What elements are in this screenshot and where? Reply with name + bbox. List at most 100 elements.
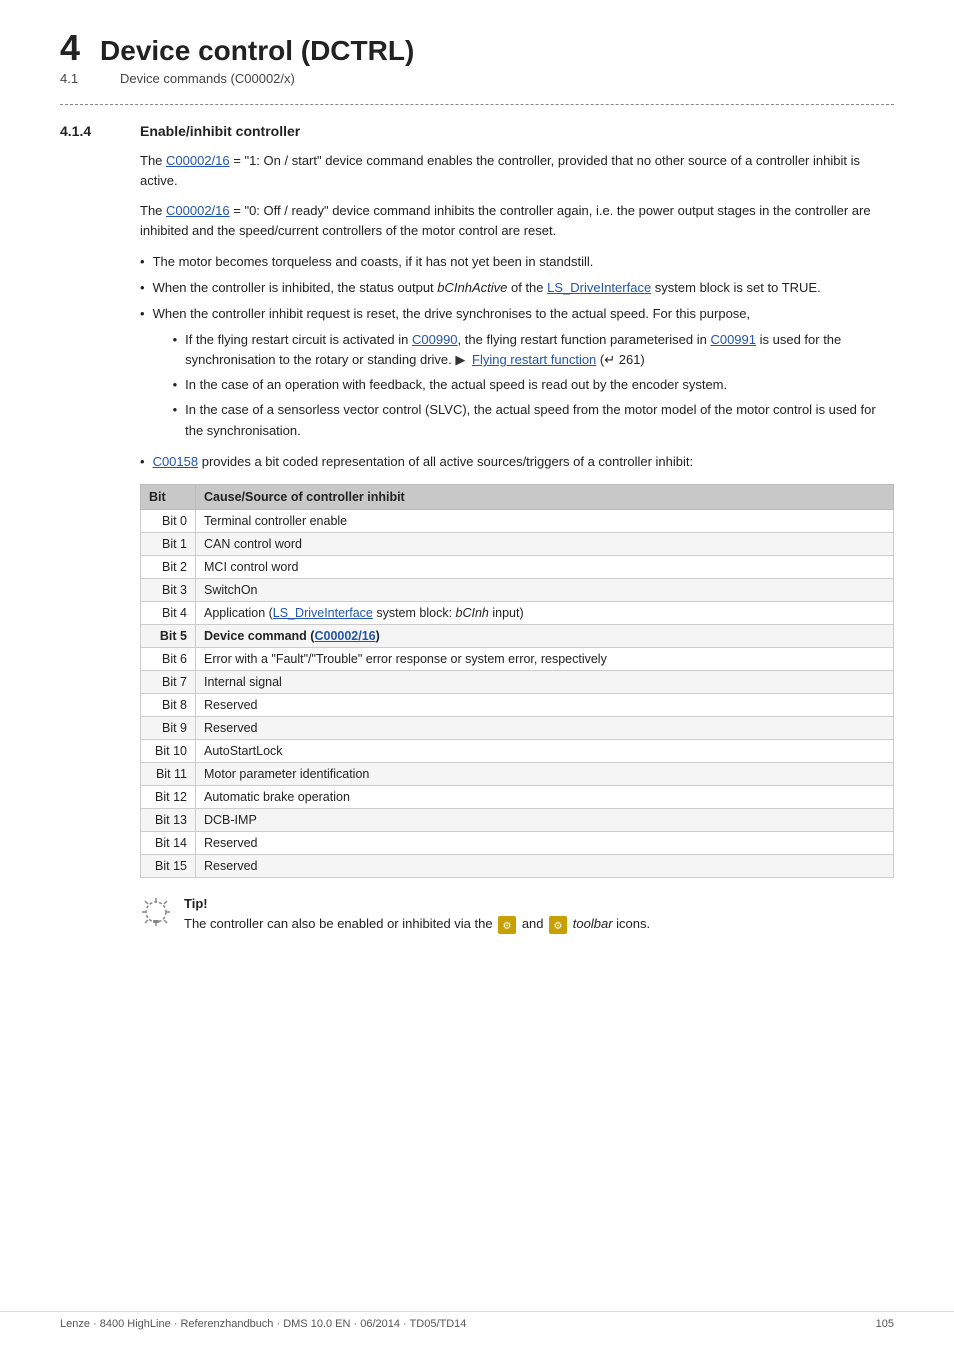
c00002-16-link-2[interactable]: C00002/16 bbox=[166, 203, 230, 218]
cause-cell: Reserved bbox=[196, 716, 894, 739]
sub-bullet-2: In the case of an operation with feedbac… bbox=[173, 375, 894, 395]
ls-driveinterface-link-1[interactable]: LS_DriveInterface bbox=[547, 280, 651, 295]
cause-cell: SwitchOn bbox=[196, 578, 894, 601]
c00991-link[interactable]: C00991 bbox=[710, 332, 756, 347]
tip-svg-icon bbox=[140, 896, 172, 928]
cause-cell: Automatic brake operation bbox=[196, 785, 894, 808]
ls-driveinterface-link-table[interactable]: LS_DriveInterface bbox=[273, 606, 373, 620]
bit-cell: Bit 13 bbox=[141, 808, 196, 831]
section-heading: 4.1.4 Enable/inhibit controller bbox=[60, 123, 894, 139]
bit-cell: Bit 12 bbox=[141, 785, 196, 808]
c00002-16-link-1[interactable]: C00002/16 bbox=[166, 153, 230, 168]
sub-bullet-3: In the case of a sensorless vector contr… bbox=[173, 400, 894, 440]
tip-label: Tip! bbox=[184, 896, 208, 911]
c00002-16-link-table[interactable]: C00002/16 bbox=[314, 629, 375, 643]
bit-cell: Bit 11 bbox=[141, 762, 196, 785]
tip-text: The controller can also be enabled or in… bbox=[184, 916, 650, 931]
p2-pre: The bbox=[140, 203, 166, 218]
tip-icon bbox=[140, 896, 172, 933]
cause-cell: Reserved bbox=[196, 854, 894, 877]
bullet-2: When the controller is inhibited, the st… bbox=[140, 278, 894, 298]
table-row: Bit 8 Reserved bbox=[141, 693, 894, 716]
tip-toolbar-text: toolbar bbox=[573, 916, 613, 931]
table-row-highlighted: Bit 5 Device command (C00002/16) bbox=[141, 624, 894, 647]
bit-cell: Bit 10 bbox=[141, 739, 196, 762]
paragraph-1: The C00002/16 = "1: On / start" device c… bbox=[140, 151, 894, 191]
svg-text:⚙: ⚙ bbox=[503, 921, 512, 932]
cause-cell: Internal signal bbox=[196, 670, 894, 693]
content-area: The C00002/16 = "1: On / start" device c… bbox=[140, 151, 894, 934]
subchapter-line: 4.1 Device commands (C00002/x) bbox=[60, 71, 894, 86]
cause-cell: Reserved bbox=[196, 831, 894, 854]
table-row: Bit 7 Internal signal bbox=[141, 670, 894, 693]
bullet-3: When the controller inhibit request is r… bbox=[140, 304, 894, 446]
tip-box: Tip! The controller can also be enabled … bbox=[140, 894, 894, 934]
tip-content: Tip! The controller can also be enabled … bbox=[184, 894, 650, 934]
toolbar-icon-1: ⚙ bbox=[498, 916, 516, 934]
table-row: Bit 6 Error with a "Fault"/"Trouble" err… bbox=[141, 647, 894, 670]
table-row: Bit 1 CAN control word bbox=[141, 532, 894, 555]
table-header-bit: Bit bbox=[141, 484, 196, 509]
bit-cell: Bit 5 bbox=[141, 624, 196, 647]
bit-cell: Bit 4 bbox=[141, 601, 196, 624]
subchapter-title: Device commands (C00002/x) bbox=[120, 71, 295, 86]
bit-cell: Bit 15 bbox=[141, 854, 196, 877]
table-row: Bit 11 Motor parameter identification bbox=[141, 762, 894, 785]
bit-cell: Bit 1 bbox=[141, 532, 196, 555]
cause-cell: CAN control word bbox=[196, 532, 894, 555]
table-row: Bit 14 Reserved bbox=[141, 831, 894, 854]
table-row: Bit 4 Application (LS_DriveInterface sys… bbox=[141, 601, 894, 624]
sub-bullet-1: If the flying restart circuit is activat… bbox=[173, 330, 894, 370]
footer-right: 105 bbox=[876, 1318, 894, 1330]
section-number: 4.1.4 bbox=[60, 123, 120, 139]
bit-cell: Bit 9 bbox=[141, 716, 196, 739]
bit-cell: Bit 7 bbox=[141, 670, 196, 693]
cause-cell: Terminal controller enable bbox=[196, 509, 894, 532]
divider bbox=[60, 104, 894, 105]
main-bullet-list: The motor becomes torqueless and coasts,… bbox=[140, 252, 894, 472]
page-footer: Lenze · 8400 HighLine · Referenzhandbuch… bbox=[0, 1311, 954, 1330]
c00158-link[interactable]: C00158 bbox=[153, 454, 199, 469]
chapter-title: Device control (DCTRL) bbox=[100, 35, 414, 67]
table-row: Bit 0 Terminal controller enable bbox=[141, 509, 894, 532]
cause-cell: MCI control word bbox=[196, 555, 894, 578]
svg-text:⚙: ⚙ bbox=[554, 921, 563, 932]
bit-cell: Bit 3 bbox=[141, 578, 196, 601]
table-row: Bit 10 AutoStartLock bbox=[141, 739, 894, 762]
cause-cell: Application (LS_DriveInterface system bl… bbox=[196, 601, 894, 624]
bit-cell: Bit 14 bbox=[141, 831, 196, 854]
table-row: Bit 13 DCB-IMP bbox=[141, 808, 894, 831]
cause-cell: Reserved bbox=[196, 693, 894, 716]
bit-cell: Bit 2 bbox=[141, 555, 196, 578]
footer-left: Lenze · 8400 HighLine · Referenzhandbuch… bbox=[60, 1318, 466, 1330]
table-row: Bit 2 MCI control word bbox=[141, 555, 894, 578]
bullet-4: C00158 provides a bit coded representati… bbox=[140, 452, 894, 472]
bit-cell: Bit 8 bbox=[141, 693, 196, 716]
subchapter-number: 4.1 bbox=[60, 71, 100, 86]
table-row: Bit 3 SwitchOn bbox=[141, 578, 894, 601]
paragraph-2: The C00002/16 = "0: Off / ready" device … bbox=[140, 201, 894, 241]
table-row: Bit 9 Reserved bbox=[141, 716, 894, 739]
bit-cell: Bit 6 bbox=[141, 647, 196, 670]
cause-cell: AutoStartLock bbox=[196, 739, 894, 762]
p1-post: = "1: On / start" device command enables… bbox=[140, 153, 860, 188]
bit-cell: Bit 0 bbox=[141, 509, 196, 532]
p1-pre: The bbox=[140, 153, 166, 168]
bullet-1: The motor becomes torqueless and coasts,… bbox=[140, 252, 894, 272]
table-row: Bit 15 Reserved bbox=[141, 854, 894, 877]
cause-cell: DCB-IMP bbox=[196, 808, 894, 831]
toolbar-icon-2: ⚙ bbox=[549, 916, 567, 934]
sub-bullet-list: If the flying restart circuit is activat… bbox=[173, 330, 894, 441]
table-header-cause: Cause/Source of controller inhibit bbox=[196, 484, 894, 509]
section-title: Enable/inhibit controller bbox=[140, 123, 300, 139]
c00990-link[interactable]: C00990 bbox=[412, 332, 458, 347]
flying-restart-function-link[interactable]: Flying restart function bbox=[472, 352, 596, 367]
chapter-number: 4 bbox=[60, 30, 80, 66]
cause-cell: Motor parameter identification bbox=[196, 762, 894, 785]
cause-cell: Device command (C00002/16) bbox=[196, 624, 894, 647]
tip-and: and bbox=[522, 916, 544, 931]
controller-inhibit-table: Bit Cause/Source of controller inhibit B… bbox=[140, 484, 894, 878]
chapter-header: 4 Device control (DCTRL) bbox=[60, 30, 894, 67]
table-row: Bit 12 Automatic brake operation bbox=[141, 785, 894, 808]
p2-post: = "0: Off / ready" device command inhibi… bbox=[140, 203, 871, 238]
